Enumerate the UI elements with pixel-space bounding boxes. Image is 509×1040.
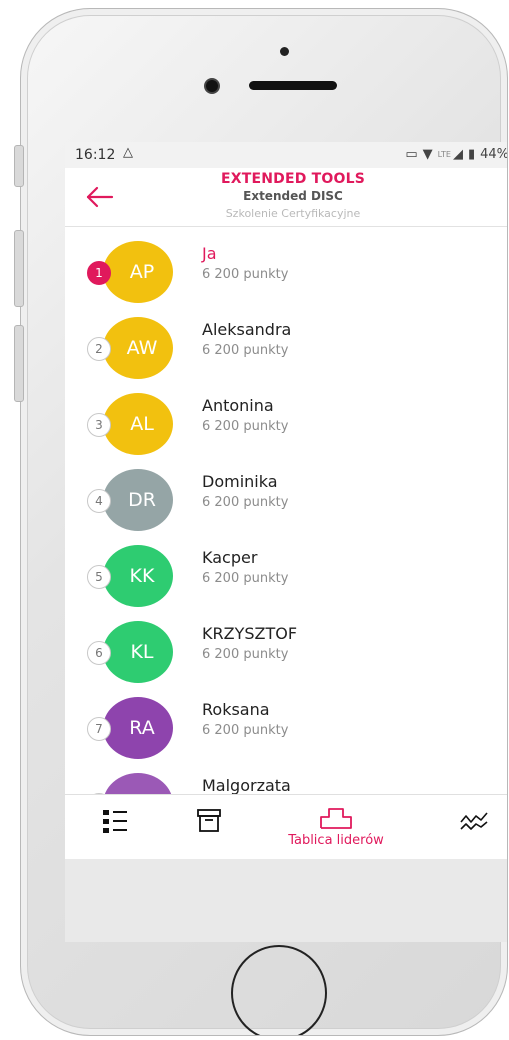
- participant-points: 6 200 punkty: [202, 419, 289, 434]
- bottom-navigation: Tablica liderów: [65, 794, 507, 860]
- leaderboard-list[interactable]: AP 1 Ja 6 200 punkty AW 2 Aleksandra 6 200 punk…: [65, 228, 507, 794]
- avatar: ML: [103, 773, 173, 794]
- participant-name: Antonina: [202, 396, 274, 415]
- participant-points: 6 200 punkty: [202, 267, 289, 282]
- avatar: AL: [103, 393, 173, 455]
- leaderboard-row[interactable]: RA 7 Roksana 6 200 punkty: [65, 684, 507, 760]
- page-title: EXTENDED TOOLS: [220, 171, 366, 187]
- participant-name: Aleksandra: [202, 320, 292, 339]
- volume-up-button: [14, 230, 24, 307]
- participant-name: Dominika: [202, 472, 278, 491]
- participant-points: 6 200 punkty: [202, 495, 289, 510]
- proximity-sensor: [280, 47, 289, 56]
- vibrate-icon: ▭: [405, 147, 418, 162]
- signal-icon: ◢: [452, 147, 463, 162]
- avatar: KL: [103, 621, 173, 683]
- status-bar: 16:12 △ ▭ ▼ LTE ◢ ▮ 44%: [65, 142, 508, 168]
- rank-badge: 1: [87, 261, 111, 285]
- participant-points: 6 200 punkty: [202, 571, 289, 586]
- battery-level: 44%: [480, 147, 508, 162]
- participant-points: 6 200 punkty: [202, 647, 289, 662]
- participant-name: Kacper: [202, 548, 258, 567]
- leaderboard-row[interactable]: AW 2 Aleksandra 6 200 punkty: [65, 304, 507, 380]
- rank-badge: 3: [87, 413, 111, 437]
- rank-badge: 7: [87, 717, 111, 741]
- leaderboard-row[interactable]: DR 4 Dominika 6 200 punkty: [65, 456, 507, 532]
- rank-badge: 4: [87, 489, 111, 513]
- list-icon: [103, 810, 127, 833]
- wifi-icon: ▼: [422, 147, 433, 162]
- volume-down-button: [14, 325, 24, 402]
- leaderboard-row[interactable]: KK 5 Kacper 6 200 punkty: [65, 532, 507, 608]
- phone-frame: 16:12 △ ▭ ▼ LTE ◢ ▮ 44% EXTENDED TOOLS E…: [20, 8, 508, 1036]
- status-icons: ▭ ▼ LTE ◢ ▮ 44%: [405, 147, 508, 162]
- participant-name: Roksana: [202, 700, 270, 719]
- participant-points: 6 200 punkty: [202, 723, 289, 738]
- status-time: 16:12: [75, 147, 116, 163]
- participant-name: Ja: [202, 244, 217, 263]
- archive-icon: [197, 809, 221, 832]
- app-screen: 16:12 △ ▭ ▼ LTE ◢ ▮ 44% EXTENDED TOOLS E…: [65, 142, 508, 942]
- nav-label-leaderboard: Tablica liderów: [288, 833, 384, 848]
- avatar: DR: [103, 469, 173, 531]
- avatar: AW: [103, 317, 173, 379]
- page-subtitle: Extended DISC: [243, 189, 343, 203]
- avatar: KK: [103, 545, 173, 607]
- leaderboard-row[interactable]: AP 1 Ja 6 200 punkty: [65, 228, 507, 304]
- participant-points: 6 200 punkty: [202, 343, 289, 358]
- rank-badge: 6: [87, 641, 111, 665]
- leaderboard-row[interactable]: ML8Malgorzata5 800 punkty: [65, 760, 507, 794]
- page-caption: Szkolenie Certyfikacyjne: [225, 207, 361, 220]
- nav-item-leaderboard[interactable]: Tablica liderów: [271, 795, 401, 860]
- participant-name: Malgorzata: [202, 776, 291, 794]
- leaderboard-row[interactable]: AL 3 Antonina 6 200 punkty: [65, 380, 507, 456]
- system-nav-area: [65, 859, 507, 942]
- network-type: LTE: [437, 150, 451, 159]
- nav-item-archive[interactable]: [182, 795, 238, 860]
- nav-item-activity[interactable]: [447, 795, 503, 860]
- notification-icon: △: [123, 145, 133, 160]
- battery-icon: ▮: [467, 147, 476, 162]
- participant-name: KRZYSZTOF: [202, 624, 298, 643]
- avatar: RA: [103, 697, 173, 759]
- podium-icon: [320, 808, 352, 829]
- home-button[interactable]: [231, 945, 327, 1035]
- front-camera: [206, 80, 218, 92]
- rank-badge: 5: [87, 565, 111, 589]
- activity-icon: [460, 812, 488, 830]
- rank-badge: 2: [87, 337, 111, 361]
- mute-switch: [14, 145, 24, 187]
- earpiece-speaker: [249, 81, 337, 90]
- app-header: EXTENDED TOOLS Extended DISC Szkolenie C…: [65, 168, 507, 227]
- avatar: AP: [103, 241, 173, 303]
- leaderboard-row[interactable]: KL 6 KRZYSZTOF 6 200 punkty: [65, 608, 507, 684]
- nav-item-list[interactable]: [89, 795, 145, 860]
